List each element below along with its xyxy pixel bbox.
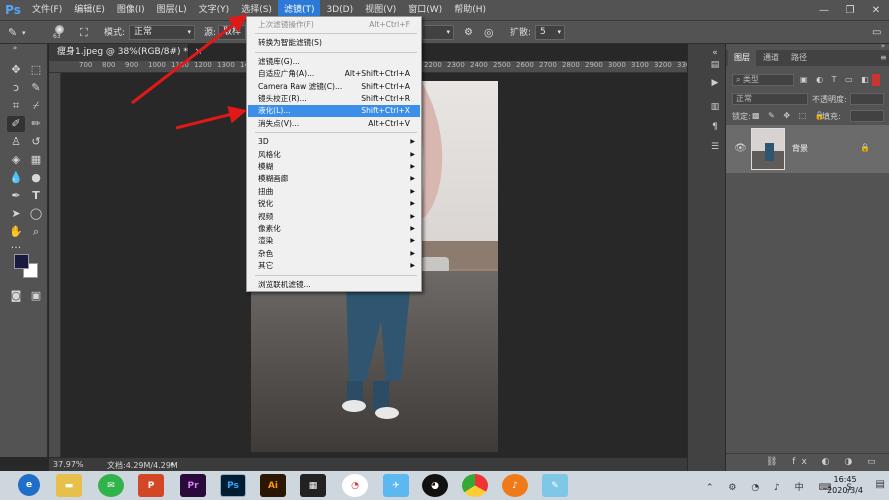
premiere-icon[interactable]: Pr <box>180 474 206 497</box>
photoshop-icon[interactable]: Ps <box>220 474 246 497</box>
clock-date: 2020/3/4 <box>827 486 863 495</box>
notes-icon[interactable]: ✎ <box>542 474 568 497</box>
clock-time: 16:45 <box>833 475 857 484</box>
arrow-to-liquify <box>175 105 247 130</box>
arrow-to-filter-menu <box>131 14 248 105</box>
media-icon[interactable]: ◔ <box>342 474 368 497</box>
chat-app-icon[interactable]: ✈ <box>383 474 409 497</box>
qq-icon[interactable]: ◕ <box>422 474 448 497</box>
windows-taskbar: e ▬ ✉ P Pr Ps Ai ▦ ◔ ✈ ◕ ♪ ✎ ⌃ ⚙ ◔ ♪ 中 ⌨… <box>0 471 889 500</box>
notifications-icon[interactable]: ▤ <box>876 479 885 490</box>
folder-icon[interactable]: ▬ <box>56 474 82 497</box>
browser-icon[interactable]: e <box>18 474 40 496</box>
powerpoint-icon[interactable]: P <box>138 474 164 497</box>
annotation-arrows <box>131 14 248 130</box>
music-icon[interactable]: ♪ <box>502 474 528 497</box>
chrome-icon[interactable] <box>462 474 488 497</box>
wechat-icon[interactable]: ✉ <box>98 474 124 497</box>
foreground-color-swatch[interactable] <box>14 254 29 269</box>
clock[interactable]: 16:45 2020/3/4 <box>827 474 863 496</box>
video-editor-icon[interactable]: ▦ <box>300 474 326 497</box>
illustrator-icon[interactable]: Ai <box>260 474 286 497</box>
